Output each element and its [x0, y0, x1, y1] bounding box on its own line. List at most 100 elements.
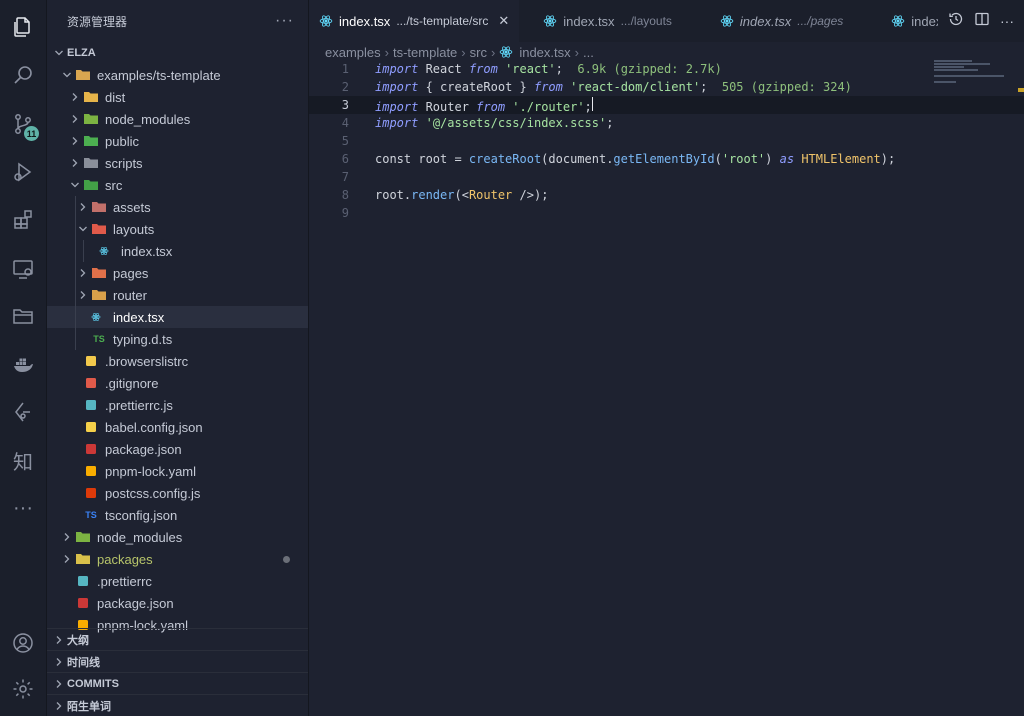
tree-item-label: .prettierrc	[97, 573, 152, 589]
code-line[interactable]: 3 import Router from './router';	[309, 96, 1024, 114]
sidebar-panel-header[interactable]: COMMITS	[47, 672, 308, 694]
tree-file[interactable]: index.tsx	[47, 306, 308, 328]
tree-file[interactable]: index.tsx	[47, 240, 308, 262]
code-token: 'root'	[721, 152, 766, 166]
line-number: 6	[341, 152, 349, 166]
code-token: React	[418, 62, 469, 76]
code-text: const root = createRoot(document.getElem…	[375, 152, 895, 166]
tree-file[interactable]: .prettierrc.js	[47, 394, 308, 416]
code-line[interactable]: 7	[309, 168, 1024, 186]
settings-gear-icon[interactable]	[0, 669, 46, 709]
sidebar-panel-header[interactable]: 大纲	[47, 628, 308, 650]
split-editor-icon[interactable]	[974, 11, 990, 32]
code-token: const root =	[375, 152, 469, 166]
code-token: from	[533, 80, 563, 94]
tree-file[interactable]: postcss.config.js	[47, 482, 308, 504]
code-line[interactable]: 4 import '@/assets/css/index.scss';	[309, 114, 1024, 132]
file-icon	[83, 376, 99, 390]
tree-file[interactable]: TS tsconfig.json	[47, 504, 308, 526]
tree-file[interactable]: .browserslistrc	[47, 350, 308, 372]
tree-folder[interactable]: pages	[47, 262, 308, 284]
breadcrumb-item[interactable]: index.tsx	[519, 45, 570, 60]
tree-root-folder[interactable]: ELZA	[47, 42, 308, 64]
tree-file[interactable]: pnpm-lock.yaml	[47, 460, 308, 482]
indent-guide	[83, 240, 84, 262]
code-line[interactable]: 5	[309, 132, 1024, 150]
code-line[interactable]: 2 import { createRoot } from 'react-dom/c…	[309, 78, 1024, 96]
tree-folder[interactable]: public	[47, 130, 308, 152]
tree-folder[interactable]: packages	[47, 548, 308, 570]
more-actions-icon[interactable]: ···	[1000, 13, 1014, 29]
folder-icon	[83, 134, 99, 148]
tree-folder[interactable]: scripts	[47, 152, 308, 174]
folder-icon	[91, 266, 107, 280]
line-number: 4	[341, 116, 349, 130]
code-token: (document.	[541, 152, 614, 166]
file-icon	[83, 420, 99, 434]
tree-folder[interactable]: node_modules	[47, 108, 308, 130]
tree-folder[interactable]: node_modules	[47, 526, 308, 548]
folder-icon	[91, 200, 107, 214]
gitlens-icon[interactable]	[0, 392, 46, 432]
code-token: render	[411, 188, 455, 202]
sidebar-panel-header[interactable]: 时间线	[47, 650, 308, 672]
tree-file[interactable]: .prettierrc	[47, 570, 308, 592]
editor-tab[interactable]: index.tsx .../pages	[710, 0, 853, 42]
breadcrumb-item[interactable]: ...	[583, 45, 594, 60]
source-control-icon[interactable]: 11	[0, 104, 46, 144]
code-token: }	[512, 80, 534, 94]
minimap[interactable]	[934, 60, 1006, 83]
files-icon[interactable]	[0, 7, 46, 47]
sidebar-panel-header[interactable]: 陌生单词	[47, 694, 308, 716]
tree-folder[interactable]: router	[47, 284, 308, 306]
tree-folder[interactable]: src	[47, 174, 308, 196]
remote-explorer-icon[interactable]	[0, 249, 46, 289]
extensions-icon[interactable]	[0, 200, 46, 240]
more-icon[interactable]: ···	[0, 488, 46, 528]
docker-icon[interactable]	[0, 344, 46, 384]
tree-folder[interactable]: examples/ts-template	[47, 64, 308, 86]
line-number: 5	[341, 134, 349, 148]
explorer-header: 资源管理器 ···	[47, 0, 308, 42]
tree-file[interactable]: package.json	[47, 592, 308, 614]
editor-tab[interactable]: index.tsx .../ts-template/src ✕	[309, 0, 520, 42]
code-editor[interactable]: 1 import React from 'react'; 6.9k (gzippe…	[309, 60, 1024, 222]
tree-folder[interactable]: layouts	[47, 218, 308, 240]
close-icon[interactable]: ✕	[498, 13, 509, 29]
scrollbar-marker	[1018, 88, 1024, 92]
tree-item-label: .gitignore	[105, 375, 159, 391]
code-token: '@/assets/css/index.scss'	[425, 116, 607, 130]
breadcrumb: examples › ts-template › src › index.tsx ›...	[309, 42, 1024, 62]
tree-file[interactable]: babel.config.json	[47, 416, 308, 438]
code-token: createRoot	[440, 80, 513, 94]
account-icon[interactable]	[0, 623, 46, 663]
import-cost-hint: 6.9k (gzipped: 2.7k)	[562, 62, 722, 76]
code-line[interactable]: 6 const root = createRoot(document.getEle…	[309, 150, 1024, 168]
explorer-more-icon[interactable]: ···	[275, 12, 294, 30]
tree-folder[interactable]: dist	[47, 86, 308, 108]
editor-tab[interactable]: index.tsx .../layouts	[533, 0, 682, 42]
code-line[interactable]: 1 import React from 'react'; 6.9k (gzippe…	[309, 60, 1024, 78]
breadcrumb-item[interactable]: examples	[325, 45, 381, 60]
search-icon[interactable]	[0, 55, 46, 95]
react-file-icon	[500, 46, 513, 58]
tree-file[interactable]: package.json	[47, 438, 308, 460]
code-line[interactable]: 9	[309, 204, 1024, 222]
code-line[interactable]: 8 root.render(<Router />);	[309, 186, 1024, 204]
chevron-right-icon	[51, 679, 67, 689]
code-token: HTMLElement	[801, 152, 881, 166]
tree-file[interactable]: .gitignore	[47, 372, 308, 394]
explorer-title: 资源管理器	[67, 14, 128, 29]
zhihu-icon[interactable]: 知	[0, 440, 46, 480]
breadcrumb-item[interactable]: ts-template	[393, 45, 457, 60]
modified-dot-icon	[283, 555, 290, 563]
breadcrumb-item[interactable]: src	[470, 45, 487, 60]
timeline-history-icon[interactable]	[948, 11, 964, 32]
run-debug-icon[interactable]	[0, 152, 46, 192]
folder-icon[interactable]	[0, 296, 46, 336]
tree-folder[interactable]: assets	[47, 196, 308, 218]
tree-file[interactable]: TS typing.d.ts	[47, 328, 308, 350]
code-token: from	[468, 62, 498, 76]
chevron-down-icon	[59, 70, 75, 80]
